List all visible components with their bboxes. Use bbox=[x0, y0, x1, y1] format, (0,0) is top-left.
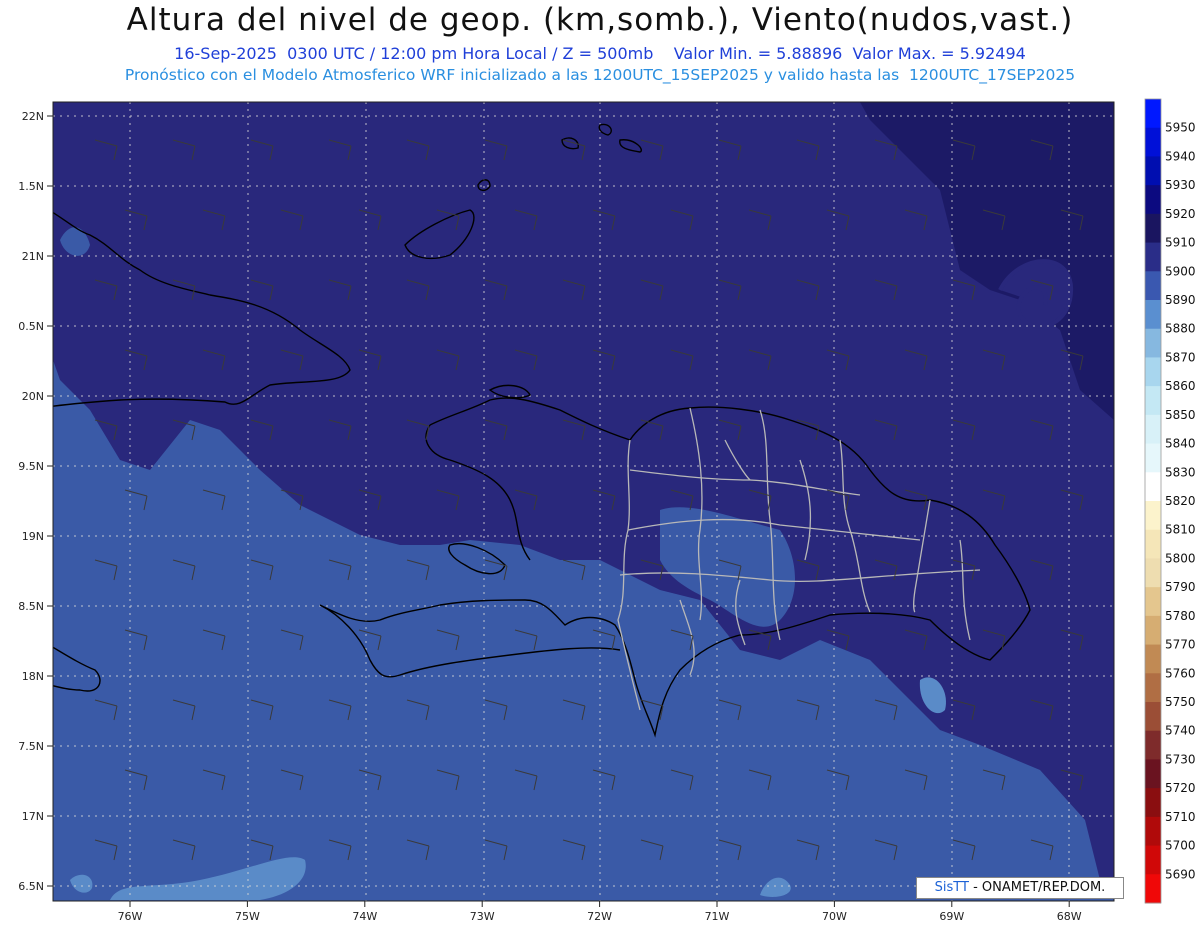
colorbar-label: 5730 bbox=[1165, 752, 1196, 766]
colorbar-label: 5810 bbox=[1165, 523, 1196, 537]
colorbar-swatch bbox=[1145, 357, 1161, 387]
colorbar-swatch bbox=[1145, 386, 1161, 416]
lat-axis: 22N 1.5N 21N 0.5N 20N 9.5N 19N 8.5N 18N 7.5N 17N 6.… bbox=[18, 110, 53, 893]
colorbar-swatch bbox=[1145, 271, 1161, 301]
colorbar-label: 5770 bbox=[1165, 638, 1196, 652]
colorbar-swatch bbox=[1145, 759, 1161, 789]
colorbar-label: 5830 bbox=[1165, 465, 1196, 479]
colorbar-swatch bbox=[1145, 816, 1161, 847]
colorbar-swatch bbox=[1145, 328, 1161, 358]
lon-tick-label: 72W bbox=[587, 910, 612, 923]
colorbar-swatch bbox=[1145, 443, 1161, 473]
lon-tick-label: 71W bbox=[705, 910, 730, 923]
lat-tick-label: 20N bbox=[22, 390, 44, 403]
colorbar-swatch bbox=[1145, 673, 1161, 703]
colorbar-label: 5820 bbox=[1165, 494, 1196, 508]
colorbar-label: 5900 bbox=[1165, 264, 1196, 278]
colorbar-label: 5800 bbox=[1165, 551, 1196, 565]
colorbar-swatch bbox=[1145, 558, 1161, 588]
colorbar-swatch bbox=[1145, 185, 1161, 215]
colorbar-label: 5710 bbox=[1165, 810, 1196, 824]
colorbar-swatch bbox=[1145, 730, 1161, 760]
colorbar-label: 5700 bbox=[1165, 839, 1196, 853]
lat-tick-label: 17N bbox=[22, 810, 44, 823]
lat-tick-label: 19N bbox=[22, 530, 44, 543]
lon-tick-label: 73W bbox=[470, 910, 495, 923]
colorbar-swatch bbox=[1145, 845, 1161, 875]
lat-tick-label: 18N bbox=[22, 670, 44, 683]
geopotential-field bbox=[53, 102, 1114, 901]
colorbar-label: 5930 bbox=[1165, 178, 1196, 192]
colorbar-label: 5780 bbox=[1165, 609, 1196, 623]
colorbar-swatch bbox=[1145, 702, 1161, 732]
map-canvas: 22N 1.5N 21N 0.5N 20N 9.5N 19N 8.5N 18N 7.5N 17N 6.… bbox=[18, 98, 1196, 923]
colorbar-swatch bbox=[1145, 615, 1161, 646]
colorbar-label: 5910 bbox=[1165, 236, 1196, 250]
lon-tick-label: 74W bbox=[352, 910, 377, 923]
lat-tick-label: 21N bbox=[22, 250, 44, 263]
lon-tick-label: 68W bbox=[1057, 910, 1082, 923]
colorbar-swatch bbox=[1145, 213, 1161, 244]
colorbar-swatch bbox=[1145, 156, 1161, 186]
lat-tick-label: 9.5N bbox=[18, 460, 44, 473]
lon-tick-label: 75W bbox=[235, 910, 260, 923]
colorbar-label: 5950 bbox=[1165, 121, 1196, 135]
colorbar: 5950 5940 5930 5920 5910 5900 5890 5880 5870 5860… bbox=[1144, 98, 1196, 904]
lon-tick-label: 70W bbox=[822, 910, 847, 923]
colorbar-label: 5720 bbox=[1165, 781, 1196, 795]
colorbar-label: 5840 bbox=[1165, 437, 1196, 451]
lat-tick-label: 8.5N bbox=[18, 600, 44, 613]
colorbar-swatch bbox=[1145, 300, 1161, 330]
colorbar-swatch bbox=[1145, 127, 1161, 157]
credit-text: - ONAMET/REP.DOM. bbox=[973, 880, 1106, 895]
colorbar-label: 5870 bbox=[1165, 350, 1196, 364]
colorbar-label: 5750 bbox=[1165, 695, 1196, 709]
colorbar-swatch bbox=[1145, 414, 1161, 445]
colorbar-label: 5880 bbox=[1165, 322, 1196, 336]
colorbar-label: 5920 bbox=[1165, 207, 1196, 221]
colorbar-label: 5740 bbox=[1165, 724, 1196, 738]
credit-box: SisTT - ONAMET/REP.DOM. bbox=[916, 877, 1124, 899]
colorbar-swatch bbox=[1145, 587, 1161, 617]
colorbar-label: 5890 bbox=[1165, 293, 1196, 307]
colorbar-swatch bbox=[1145, 501, 1161, 531]
lat-tick-label: 1.5N bbox=[18, 180, 44, 193]
lon-tick-label: 69W bbox=[939, 910, 964, 923]
colorbar-label: 5860 bbox=[1165, 379, 1196, 393]
colorbar-label: 5940 bbox=[1165, 149, 1196, 163]
colorbar-swatch bbox=[1145, 242, 1161, 272]
colorbar-swatch bbox=[1145, 644, 1161, 674]
colorbar-swatch bbox=[1145, 788, 1161, 818]
colorbar-swatch bbox=[1145, 472, 1161, 502]
lon-axis: 76W 75W 74W 73W 72W 71W 70W 69W 68W bbox=[118, 901, 1082, 923]
lat-tick-label: 0.5N bbox=[18, 320, 44, 333]
lon-tick-label: 76W bbox=[118, 910, 143, 923]
colorbar-label: 5850 bbox=[1165, 408, 1196, 422]
colorbar-label: 5690 bbox=[1165, 867, 1196, 881]
lat-tick-label: 22N bbox=[22, 110, 44, 123]
colorbar-label: 5760 bbox=[1165, 666, 1196, 680]
colorbar-swatch bbox=[1145, 99, 1161, 129]
credit-brand: SisTT bbox=[934, 880, 969, 895]
colorbar-label: 5790 bbox=[1165, 580, 1196, 594]
lat-tick-label: 6.5N bbox=[18, 880, 44, 893]
colorbar-swatch bbox=[1145, 529, 1161, 559]
lat-tick-label: 7.5N bbox=[18, 740, 44, 753]
colorbar-swatch bbox=[1145, 874, 1161, 904]
